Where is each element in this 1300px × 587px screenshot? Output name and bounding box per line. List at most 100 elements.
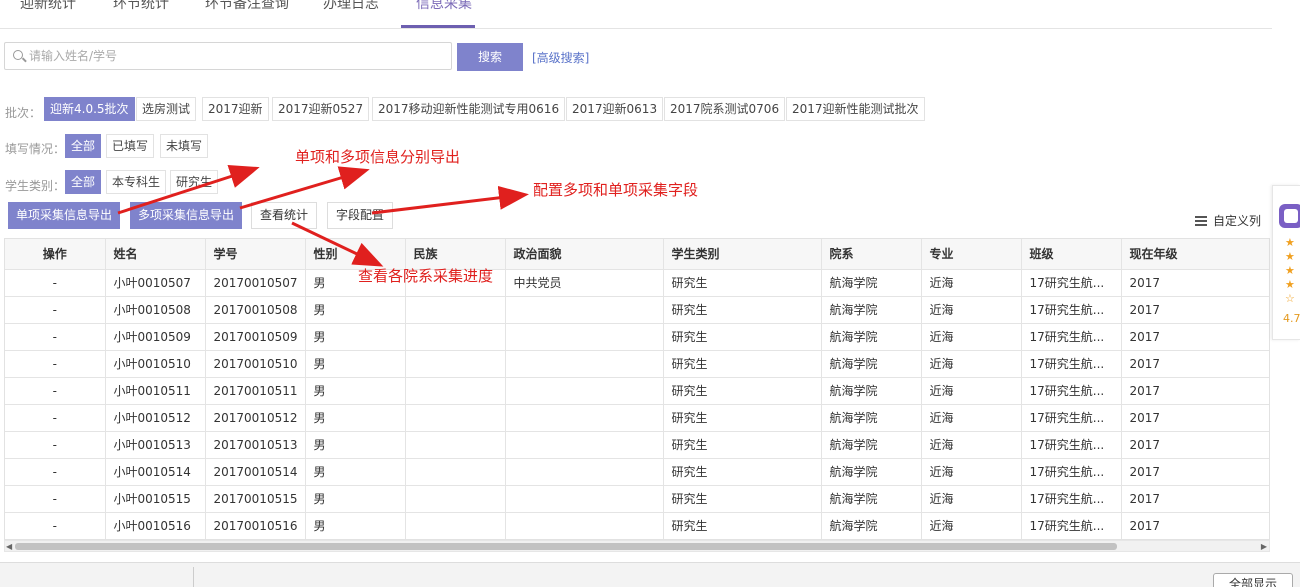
tab-bar: 迎新统计 环节统计 环节备注查询 办理日志 信息采集 bbox=[0, 0, 1272, 29]
table-cell: 20170010514 bbox=[205, 458, 306, 486]
table-cell: 中共党员 bbox=[505, 269, 664, 297]
table-cell: - bbox=[5, 512, 106, 539]
table-cell: 20170010508 bbox=[205, 296, 306, 324]
table-cell: 航海学院 bbox=[821, 296, 922, 324]
search-box bbox=[4, 42, 452, 70]
table-row[interactable]: - 小叶0010512 20170010512 男 研究生 航海学院 近海 17研究生航...… bbox=[5, 404, 1269, 432]
table-cell: 2017 bbox=[1121, 485, 1269, 513]
table-cell: 20170010507 bbox=[205, 269, 306, 297]
tab-step-notes[interactable]: 环节备注查询 bbox=[205, 0, 289, 16]
advanced-search-link[interactable]: [高级搜索] bbox=[532, 49, 589, 66]
batch-label: 批次： bbox=[5, 106, 42, 120]
multi-export-button[interactable]: 多项采集信息导出 bbox=[130, 202, 243, 229]
table-row[interactable]: - 小叶0010511 20170010511 男 研究生 航海学院 近海 17研究生航...… bbox=[5, 377, 1269, 405]
view-stats-button[interactable]: 查看统计 bbox=[251, 202, 318, 229]
table-row[interactable]: - 小叶0010515 20170010515 男 研究生 航海学院 近海 17研究生航...… bbox=[5, 485, 1269, 513]
show-all-button[interactable]: 全部显示 bbox=[1213, 573, 1293, 587]
batch-chip[interactable]: 2017迎新 bbox=[202, 97, 269, 121]
type-chip-undergrad[interactable]: 本专科生 bbox=[106, 170, 167, 194]
table-cell bbox=[405, 296, 506, 324]
table-cell: - bbox=[5, 404, 106, 432]
type-chip-graduate[interactable]: 研究生 bbox=[170, 170, 219, 194]
rating-widget[interactable]: ★ ★ ★ ★ ☆ 4.7 bbox=[1272, 185, 1300, 340]
table-cell: - bbox=[5, 377, 106, 405]
table-cell: 2017 bbox=[1121, 458, 1269, 486]
tab-logs[interactable]: 办理日志 bbox=[323, 0, 379, 16]
batch-chip[interactable]: 迎新4.0.5批次 bbox=[44, 97, 135, 121]
fill-chip-unfilled[interactable]: 未填写 bbox=[160, 134, 209, 158]
custom-columns-label: 自定义列 bbox=[1213, 214, 1262, 228]
table-cell: 研究生 bbox=[663, 404, 822, 432]
table-cell bbox=[405, 431, 506, 459]
table-cell: 2017 bbox=[1121, 350, 1269, 378]
col-header[interactable]: 现在年级 bbox=[1121, 239, 1269, 270]
table-row[interactable]: - 小叶0010508 20170010508 男 研究生 航海学院 近海 17研究生航...… bbox=[5, 296, 1269, 324]
col-header[interactable]: 学号 bbox=[205, 239, 306, 270]
tab-step-stats[interactable]: 环节统计 bbox=[113, 0, 169, 16]
search-input[interactable] bbox=[29, 46, 439, 66]
annotation-config: 配置多项和单项采集字段 bbox=[533, 181, 699, 199]
col-header[interactable]: 班级 bbox=[1021, 239, 1122, 270]
single-export-button[interactable]: 单项采集信息导出 bbox=[8, 202, 121, 229]
table-cell: 航海学院 bbox=[821, 431, 922, 459]
table-cell bbox=[505, 512, 664, 539]
fill-status-label: 填写情况： bbox=[5, 142, 66, 156]
tab-info-collect[interactable]: 信息采集 bbox=[416, 0, 472, 16]
table-cell: 研究生 bbox=[663, 377, 822, 405]
table-row[interactable]: - 小叶0010516 20170010516 男 研究生 航海学院 近海 17研究生航...… bbox=[5, 512, 1269, 539]
table-cell: 男 bbox=[305, 350, 406, 378]
table-cell bbox=[505, 458, 664, 486]
table-cell: 男 bbox=[305, 323, 406, 351]
batch-chip[interactable]: 2017迎新0613 bbox=[566, 97, 664, 121]
table-cell: 2017 bbox=[1121, 404, 1269, 432]
table-cell: 17研究生航... bbox=[1021, 458, 1122, 486]
search-button[interactable]: 搜索 bbox=[457, 43, 523, 71]
table-cell: 2017 bbox=[1121, 269, 1269, 297]
fill-chip-filled[interactable]: 已填写 bbox=[106, 134, 155, 158]
table-cell: 近海 bbox=[921, 269, 1022, 297]
scroll-right-icon[interactable]: ▶ bbox=[1261, 542, 1267, 551]
col-header[interactable]: 院系 bbox=[821, 239, 922, 270]
arrow-field-config bbox=[371, 185, 529, 215]
table-cell: 20170010513 bbox=[205, 431, 306, 459]
table-cell: 男 bbox=[305, 512, 406, 539]
table-cell: 近海 bbox=[921, 458, 1022, 486]
table-cell: 近海 bbox=[921, 485, 1022, 513]
table-cell: 男 bbox=[305, 296, 406, 324]
table-row[interactable]: - 小叶0010514 20170010514 男 研究生 航海学院 近海 17研究生航...… bbox=[5, 458, 1269, 486]
table-row[interactable]: - 小叶0010507 20170010507 男中共党员 研究生 航海学院 近海 17研究生… bbox=[5, 269, 1269, 297]
table-cell: 航海学院 bbox=[821, 458, 922, 486]
fill-chip-all[interactable]: 全部 bbox=[65, 134, 102, 158]
table-cell: 男 bbox=[305, 485, 406, 513]
table-cell: 20170010512 bbox=[205, 404, 306, 432]
table-cell bbox=[405, 377, 506, 405]
bottom-bar: 全部显示 bbox=[0, 562, 1300, 587]
col-header[interactable]: 操作 bbox=[5, 239, 106, 270]
batch-chip[interactable]: 2017院系测试0706 bbox=[664, 97, 786, 121]
col-header[interactable]: 专业 bbox=[921, 239, 1022, 270]
table-row[interactable]: - 小叶0010513 20170010513 男 研究生 航海学院 近海 17研究生航...… bbox=[5, 431, 1269, 459]
custom-columns-button[interactable]: 自定义列 bbox=[1195, 212, 1261, 229]
table-cell: 近海 bbox=[921, 404, 1022, 432]
table-cell bbox=[405, 485, 506, 513]
table-cell: 小叶0010515 bbox=[105, 485, 206, 513]
batch-chip[interactable]: 2017迎新0527 bbox=[272, 97, 370, 121]
col-header[interactable]: 学生类别 bbox=[663, 239, 822, 270]
field-config-button[interactable]: 字段配置 bbox=[327, 202, 394, 229]
batch-chip[interactable]: 选房测试 bbox=[136, 97, 197, 121]
horizontal-scrollbar[interactable]: ◀ ▶ bbox=[4, 540, 1270, 552]
table-cell: 近海 bbox=[921, 431, 1022, 459]
table-row[interactable]: - 小叶0010509 20170010509 男 研究生 航海学院 近海 17研究生航...… bbox=[5, 323, 1269, 351]
col-header[interactable]: 姓名 bbox=[105, 239, 206, 270]
scroll-left-icon[interactable]: ◀ bbox=[6, 542, 12, 551]
table-cell: 研究生 bbox=[663, 458, 822, 486]
table-cell: - bbox=[5, 431, 106, 459]
table-row[interactable]: - 小叶0010510 20170010510 男 研究生 航海学院 近海 17研究生航...… bbox=[5, 350, 1269, 378]
col-header[interactable]: 政治面貌 bbox=[505, 239, 664, 270]
table-cell bbox=[405, 404, 506, 432]
batch-chip[interactable]: 2017迎新性能测试批次 bbox=[786, 97, 925, 121]
type-chip-all[interactable]: 全部 bbox=[65, 170, 102, 194]
batch-chip[interactable]: 2017移动迎新性能测试专用0616 bbox=[372, 97, 566, 121]
scrollbar-thumb[interactable] bbox=[15, 543, 1117, 550]
tab-welcome-stats[interactable]: 迎新统计 bbox=[20, 0, 76, 16]
